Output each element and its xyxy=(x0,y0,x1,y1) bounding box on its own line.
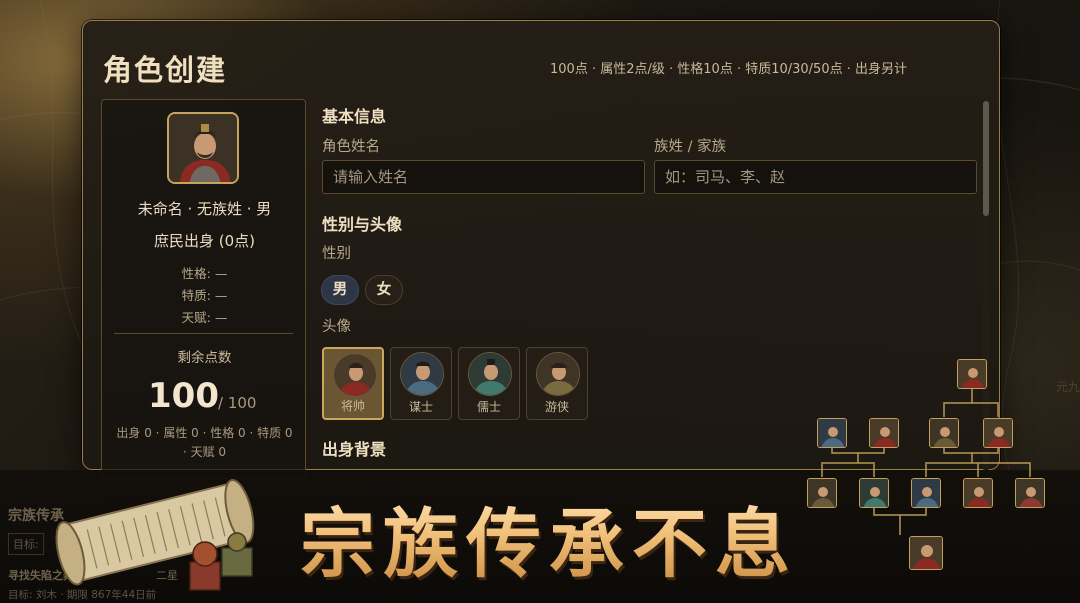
avatar-option-strategist[interactable]: 谋士 xyxy=(390,347,452,420)
family-member-node-icon xyxy=(911,478,941,508)
clan-label: 族姓 / 家族 xyxy=(654,139,727,155)
points-total: / 100 xyxy=(218,394,257,412)
general-portrait-icon xyxy=(333,353,377,397)
character-origin: 庶民出身 (0点) xyxy=(153,232,256,250)
clan-input[interactable] xyxy=(654,160,977,194)
family-member-node-icon xyxy=(929,418,959,448)
character-summary-card: 未命名 · 无族姓 · 男 庶民出身 (0点) 性格: — 特质: — 天赋: … xyxy=(101,99,306,479)
background-target-field: 目标: xyxy=(8,533,44,555)
origin-heading: 出身背景 xyxy=(322,440,387,459)
scroll-thumb[interactable] xyxy=(983,101,989,216)
gender-male-button[interactable]: 男 xyxy=(321,275,359,305)
avatar-option-scholar[interactable]: 儒士 xyxy=(458,347,520,420)
points-breakdown: 出身 0 · 属性 0 · 性格 0 · 特质 0 · 天赋 0 xyxy=(116,426,293,459)
gender-avatar-heading: 性别与头像 xyxy=(322,215,403,234)
gender-label: 性别 xyxy=(322,246,351,262)
name-input[interactable] xyxy=(322,160,645,194)
ancestor-node-icon xyxy=(957,359,987,389)
avatar-option-ranger[interactable]: 游侠 xyxy=(526,347,588,420)
strategist-portrait-icon xyxy=(400,352,444,396)
points-remaining-label: 剩余点数 xyxy=(177,350,232,366)
promo-slogan: 宗族传承不息 xyxy=(300,483,798,592)
stat-personality: 性格: — xyxy=(181,266,228,281)
avatar-caption: 游侠 xyxy=(544,400,569,414)
points-remaining-value: 100 xyxy=(148,376,219,416)
avatar-option-general[interactable]: 将帅 xyxy=(322,347,384,420)
family-tree-illustration xyxy=(800,355,1080,585)
family-member-node-icon xyxy=(1015,478,1045,508)
scholar-portrait-icon xyxy=(468,352,512,396)
panel-title: 角色创建 xyxy=(103,53,228,87)
family-member-node-icon xyxy=(807,478,837,508)
ranger-portrait-icon xyxy=(536,352,580,396)
avatar-label: 头像 xyxy=(322,319,351,335)
stat-traits: 特质: — xyxy=(181,288,228,303)
character-portrait xyxy=(167,112,239,184)
point-rules-text: 100点 · 属性2点/级 · 性格10点 · 特质10/30/50点 · 出身… xyxy=(550,62,907,77)
stat-talent: 天赋: — xyxy=(181,310,228,325)
descendant-node-icon xyxy=(909,536,943,570)
basic-info-heading: 基本信息 xyxy=(322,107,387,126)
gender-female-button[interactable]: 女 xyxy=(365,275,403,305)
family-member-node-icon xyxy=(963,478,993,508)
family-member-node-icon xyxy=(859,478,889,508)
family-member-node-icon xyxy=(983,418,1013,448)
scroll-and-seal-illustration xyxy=(55,479,255,591)
family-member-node-icon xyxy=(869,418,899,448)
character-summary: 未命名 · 无族姓 · 男 xyxy=(137,200,272,218)
avatar-caption: 将帅 xyxy=(340,399,365,413)
family-member-node-icon xyxy=(817,418,847,448)
avatar-caption: 谋士 xyxy=(408,400,433,414)
name-label: 角色姓名 xyxy=(322,139,380,155)
avatar-caption: 儒士 xyxy=(476,400,501,414)
background-edge-text: 元九 xyxy=(1055,380,1080,394)
card-divider xyxy=(114,333,293,334)
